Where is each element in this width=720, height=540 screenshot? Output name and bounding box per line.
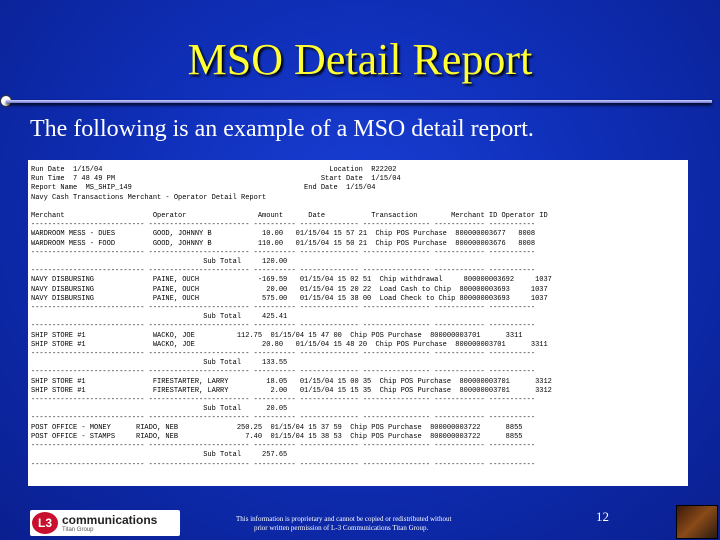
report-line: --------------------------- ------------… bbox=[31, 414, 536, 423]
report-line: Sub Total 133.55 bbox=[31, 359, 288, 368]
side-mark: - bbox=[684, 346, 687, 356]
report-line: NAVY DISBURSING PAINE, OUCH 575.00 01/15… bbox=[31, 294, 548, 303]
company-logo: L3 communications Titan Group bbox=[30, 510, 180, 536]
report-line: SHIP STORE #1 WACKO, JOE 112.75 01/15/04… bbox=[31, 331, 523, 340]
report-text: Run Date 1/15/04 Location R22202 Run Tim… bbox=[28, 160, 688, 476]
report-line: --------------------------- ------------… bbox=[31, 221, 536, 230]
report-line: --------------------------- ------------… bbox=[31, 304, 536, 313]
report-line: --------------------------- ------------… bbox=[31, 248, 536, 257]
report-line: POST OFFICE - STAMPS RIADO, NEB 7.40 01/… bbox=[31, 432, 523, 441]
footer-disclaimer: This information is proprietary and cann… bbox=[236, 515, 496, 533]
report-line: Run Date 1/15/04 Location R22202 bbox=[31, 166, 397, 174]
report-line: Merchant Operator Amount Date Transactio… bbox=[31, 212, 548, 221]
report-line: WARDROOM MESS - DUES GOOD, JOHNNY B 10.0… bbox=[31, 230, 536, 239]
report-line: SHIP STORE #1 WACKO, JOE 20.80 01/15/04 … bbox=[31, 340, 548, 349]
logo-subtitle: Titan Group bbox=[62, 527, 94, 533]
report-line: --------------------------- ------------… bbox=[31, 350, 536, 359]
corner-emblem-icon bbox=[676, 505, 718, 539]
l3-logo-icon: L3 bbox=[32, 512, 58, 534]
report-line: Sub Total 257.65 bbox=[31, 451, 288, 460]
slide-title: MSO Detail Report bbox=[187, 35, 533, 84]
report-line: --------------------------- ------------… bbox=[31, 368, 536, 377]
report-line: --------------------------- ------------… bbox=[31, 267, 536, 276]
report-line: Sub Total 120.00 bbox=[31, 258, 288, 267]
page-number: 12 bbox=[596, 509, 609, 524]
report-line: NAVY DISBURSING PAINE, OUCH -169.59 01/1… bbox=[31, 276, 552, 285]
report-line: Sub Total 425.41 bbox=[31, 313, 288, 322]
report-panel: Run Date 1/15/04 Location R22202 Run Tim… bbox=[28, 160, 688, 486]
report-line: Sub Total 20.05 bbox=[31, 405, 288, 414]
report-line: --------------------------- ------------… bbox=[31, 460, 536, 469]
report-line: Navy Cash Transactions Merchant - Operat… bbox=[31, 193, 267, 202]
report-line: --------------------------- ------------… bbox=[31, 322, 536, 331]
report-line: SHIP STORE #1 FIRESTARTER, LARRY 18.05 0… bbox=[31, 377, 552, 386]
report-line: NAVY DISBURSING PAINE, OUCH 20.00 01/15/… bbox=[31, 285, 548, 294]
report-line: POST OFFICE - MONEY RIADO, NEB 250.25 01… bbox=[31, 423, 523, 432]
report-line: Run Time 7 48 49 PM Start Date 1/15/04 bbox=[31, 175, 401, 184]
report-line: Report Name MS_SHIP_149 End Date 1/15/04 bbox=[31, 184, 376, 193]
footer-line-2: prior written permission of L-3 Communic… bbox=[254, 524, 429, 532]
slide-subtitle: The following is an example of a MSO det… bbox=[30, 116, 534, 142]
report-line: --------------------------- ------------… bbox=[31, 396, 536, 405]
logo-name: communications bbox=[62, 513, 158, 527]
report-line: --------------------------- ------------… bbox=[31, 442, 536, 451]
footer-line-1: This information is proprietary and cann… bbox=[236, 515, 452, 523]
title-divider bbox=[6, 100, 712, 103]
report-line: WARDROOM MESS - FOOD GOOD, JOHNNY B 110.… bbox=[31, 239, 536, 248]
report-line: SHIP STORE #1 FIRESTARTER, LARRY 2.00 01… bbox=[31, 386, 552, 395]
